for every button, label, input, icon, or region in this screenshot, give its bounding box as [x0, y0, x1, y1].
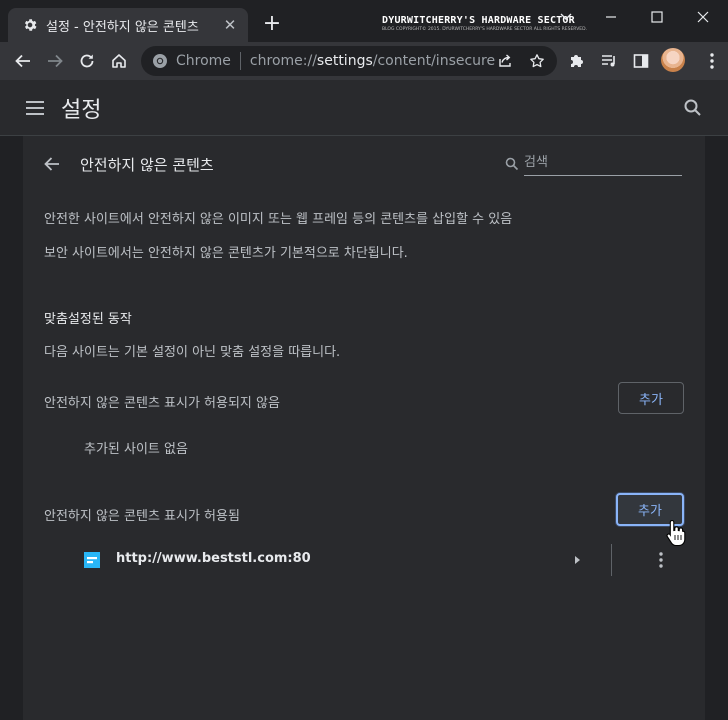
share-icon: [499, 54, 511, 67]
extensions-button[interactable]: [565, 49, 589, 73]
menu-icon[interactable]: [24, 97, 46, 119]
description-text-2: 보안 사이트에서는 안전하지 않은 콘텐츠가 기본적으로 차단됩니다.: [44, 246, 408, 261]
site-url: http://www.beststl.com:80: [116, 551, 311, 566]
plus-icon[interactable]: +: [260, 12, 284, 36]
minimize-button[interactable]: [588, 6, 634, 28]
tab-settings[interactable]: 설정 - 안전하지 않은 콘텐츠 ✕: [8, 8, 248, 42]
search-input[interactable]: [524, 152, 682, 176]
arrow-right-icon: [48, 54, 63, 68]
reload-icon: [80, 54, 94, 68]
avatar[interactable]: [661, 48, 685, 72]
settings-header: 설정: [0, 80, 728, 136]
description-text-1: 안전한 사이트에서 안전하지 않은 이미지 또는 웹 프레임 등의 콘텐츠를 삽…: [44, 212, 513, 227]
page-title: 설정: [61, 98, 102, 123]
chrome-icon: [153, 54, 167, 68]
maximize-icon: [651, 11, 663, 23]
chevron-down-icon: [560, 13, 572, 20]
omnibox-scheme: Chrome: [176, 53, 231, 69]
search-icon[interactable]: [682, 97, 704, 119]
subpage-title: 안전하지 않은 콘텐츠: [80, 156, 214, 174]
watermark-title: DYURWITCHERRY'S HARDWARE SECTOR: [382, 15, 575, 26]
allowed-list-label: 안전하지 않은 콘텐츠 표시가 허용됨: [44, 509, 240, 524]
media-control-button[interactable]: [597, 49, 621, 73]
side-panel-button[interactable]: [629, 49, 653, 73]
add-blocked-site-button[interactable]: 추가: [618, 382, 684, 414]
arrow-right-icon[interactable]: [571, 554, 583, 566]
more-vert-icon: [710, 53, 714, 69]
playlist-icon: [602, 55, 615, 67]
blocked-list-label: 안전하지 않은 콘텐츠 표시가 허용되지 않음: [44, 396, 280, 411]
back-arrow-icon[interactable]: [42, 154, 62, 174]
minimize-icon: [606, 16, 616, 18]
close-tab-icon[interactable]: ✕: [222, 16, 238, 34]
watermark-subtitle: BLOG COPYRIGHT© 2015. DYURWITCHERRY'S HA…: [382, 27, 588, 32]
address-bar[interactable]: Chrome chrome://settings/content/insecur…: [141, 46, 557, 76]
menu-button[interactable]: [700, 49, 724, 73]
title-bar: 설정 - 안전하지 않은 콘텐츠 ✕ + DYURWITCHERRY'S HAR…: [0, 0, 728, 42]
browser-toolbar: Chrome chrome://settings/content/insecur…: [0, 42, 728, 80]
maximize-button[interactable]: [634, 6, 680, 28]
side-panel-icon: [633, 54, 649, 68]
gear-icon: [24, 19, 37, 31]
omnibox-url[interactable]: chrome://settings/content/insecureC...: [250, 53, 496, 69]
settings-search: [502, 152, 684, 176]
more-vert-icon[interactable]: [651, 550, 671, 570]
url-prefix: chrome://: [249, 53, 317, 69]
content-card: 안전하지 않은 콘텐츠 안전한 사이트에서 안전하지 않은 이미지 또는 웹 프…: [23, 136, 705, 720]
hand-cursor-icon: [666, 519, 686, 547]
close-window-button[interactable]: [680, 6, 726, 28]
home-icon: [112, 54, 126, 68]
share-button[interactable]: [495, 51, 515, 71]
url-path: /content/insecureC...: [372, 53, 496, 69]
reload-button[interactable]: [75, 49, 99, 73]
puzzle-icon: [571, 55, 583, 67]
omnibox-separator: [239, 52, 241, 70]
url-host: settings: [316, 53, 373, 69]
close-icon: [697, 11, 709, 23]
forward-button[interactable]: [43, 49, 67, 73]
row-divider: [611, 544, 612, 576]
blocked-empty-text: 추가된 사이트 없음: [84, 442, 188, 457]
tab-title: 설정 - 안전하지 않은 콘텐츠: [46, 19, 199, 35]
back-button[interactable]: [11, 49, 35, 73]
site-favicon-icon: [84, 552, 100, 568]
site-row[interactable]: http://www.beststl.com:80: [23, 540, 705, 580]
search-icon: [505, 157, 519, 171]
custom-section-title: 맞춤설정된 동작: [44, 312, 132, 327]
arrow-left-icon: [15, 54, 30, 68]
custom-section-desc: 다음 사이트는 기본 설정이 아닌 맞춤 설정을 따릅니다.: [44, 345, 341, 360]
star-icon: [530, 54, 544, 68]
tab-search-button[interactable]: [543, 6, 589, 28]
home-button[interactable]: [107, 49, 131, 73]
bookmark-button[interactable]: [527, 51, 547, 71]
watermark: DYURWITCHERRY'S HARDWARE SECTOR BLOG COP…: [382, 15, 588, 32]
